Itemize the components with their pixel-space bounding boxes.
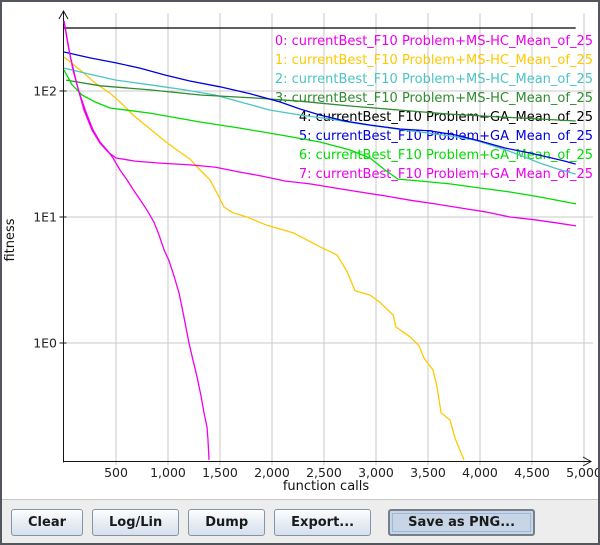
clear-button[interactable]: Clear: [11, 509, 83, 536]
x-tick-label: 1,000: [150, 465, 186, 480]
export-button[interactable]: Export...: [274, 509, 371, 536]
x-axis-title: function calls: [283, 479, 370, 494]
x-tick-label: 500: [104, 465, 128, 480]
legend-entry: 5: currentBest_F10 Problem+GA_Mean_of_25: [299, 129, 593, 144]
button-toolbar: Clear Log/Lin Dump Export... Save as PNG…: [2, 499, 598, 544]
x-tick-label: 2,000: [254, 465, 290, 480]
fitness-chart: 1E2 1E1 1E0 500 1,000 1,500 2,000 2,500 3,000 3,5…: [2, 2, 598, 499]
log-lin-button[interactable]: Log/Lin: [92, 509, 179, 536]
x-tick-label: 4,500: [514, 465, 550, 480]
y-axis-title: fitness: [3, 218, 18, 261]
plot-window: 1E2 1E1 1E0 500 1,000 1,500 2,000 2,500 3,000 3,5…: [0, 0, 600, 545]
x-tick-label: 1,500: [202, 465, 238, 480]
legend-entry: 7: currentBest_F10 Problem+GA_Mean_of_25: [299, 167, 593, 182]
plot-panel: 1E2 1E1 1E0 500 1,000 1,500 2,000 2,500 3,000 3,5…: [2, 2, 598, 499]
y-tick-label: 1E2: [33, 84, 57, 99]
y-tick-label: 1E1: [33, 210, 57, 225]
x-tick-label: 3,500: [410, 465, 446, 480]
save-as-png-button[interactable]: Save as PNG...: [388, 509, 535, 536]
legend-entry: 1: currentBest_F10 Problem+MS-HC_Mean_of…: [275, 53, 593, 68]
x-tick-label: 3,000: [358, 465, 394, 480]
legend-entry: 2: currentBest_F10 Problem+MS-HC_Mean_of…: [275, 72, 593, 87]
y-tick-label: 1E0: [33, 336, 57, 351]
legend-entry: 4: currentBest_F10 Problem+GA_Mean_of_25: [299, 110, 593, 125]
legend-entry: 6: currentBest_F10 Problem+GA_Mean_of_25: [299, 148, 593, 163]
series-line: [64, 21, 209, 460]
x-tick-label: 4,000: [462, 465, 498, 480]
dump-button[interactable]: Dump: [188, 509, 265, 536]
x-tick-label: 5,000: [566, 465, 598, 480]
x-tick-label: 2,500: [306, 465, 342, 480]
legend-entry: 0: currentBest_F10 Problem+MS-HC_Mean_of…: [275, 34, 593, 49]
